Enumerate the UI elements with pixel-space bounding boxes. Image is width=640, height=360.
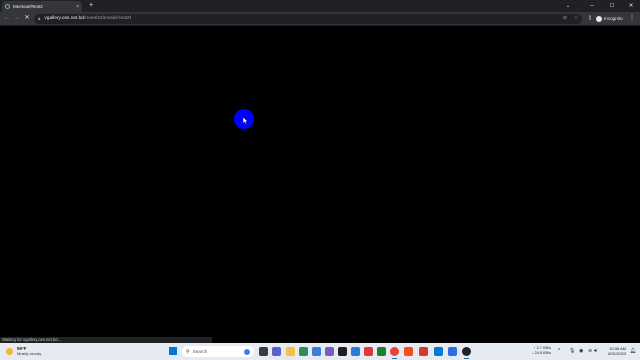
app-icon-5[interactable] bbox=[364, 347, 373, 356]
windows-start-icon[interactable] bbox=[169, 347, 177, 355]
minimize-button[interactable]: ─ bbox=[583, 0, 601, 12]
incognito-label: Incognito bbox=[604, 16, 623, 21]
app-icon-6[interactable] bbox=[377, 347, 386, 356]
volume-icon[interactable]: 🔊︎ bbox=[594, 347, 597, 356]
taskbar-search[interactable]: ⚲ Search bbox=[182, 346, 254, 357]
obs-icon[interactable] bbox=[462, 347, 471, 359]
tab-title: Meetout/#test2 bbox=[13, 4, 43, 9]
address-bar[interactable]: 🔒︎ vgallery.oss.net.bd /meet/22/invalid-… bbox=[34, 13, 582, 24]
forward-icon[interactable]: → bbox=[12, 13, 22, 24]
browser-toolbar: ← → ✕ 🔒︎ vgallery.oss.net.bd /meet/22/in… bbox=[0, 12, 640, 26]
network-speed: ↑ 2.7 KB/s ↓ 24.8 KB/s bbox=[531, 346, 551, 356]
chrome-icon[interactable] bbox=[390, 347, 399, 359]
new-tab-button[interactable]: + bbox=[87, 1, 95, 10]
chat-icon[interactable] bbox=[272, 347, 281, 356]
app-icon-9[interactable] bbox=[448, 347, 457, 356]
weather-widget[interactable]: 59°F Mostly cloudy bbox=[6, 346, 41, 356]
vscode-icon[interactable] bbox=[434, 347, 443, 356]
weather-icon bbox=[6, 347, 13, 355]
url-host: vgallery.oss.net.bd bbox=[44, 16, 85, 21]
task-view-icon[interactable] bbox=[259, 347, 268, 356]
wifi-icon[interactable]: ≋ bbox=[588, 347, 592, 356]
tray-chevron-icon[interactable]: ^ bbox=[558, 347, 560, 356]
browser-tab[interactable]: Meetout/#test2 × bbox=[2, 1, 82, 12]
app-icon-7[interactable] bbox=[404, 347, 413, 356]
tab-favicon-icon bbox=[5, 4, 10, 9]
terminal-icon[interactable] bbox=[338, 347, 347, 356]
camera-blocked-icon[interactable]: ⊘ bbox=[560, 14, 570, 23]
microphone-icon[interactable]: 🎙︎ bbox=[569, 347, 575, 356]
app-icon-3[interactable] bbox=[325, 347, 334, 356]
taskbar: 59°F Mostly cloudy ⚲ Search ↑ 2.7 KB/s ↓… bbox=[0, 343, 640, 360]
page-viewport[interactable] bbox=[0, 26, 640, 342]
search-icon: ⚲ bbox=[186, 348, 190, 355]
tab-search-button[interactable]: ⌄ bbox=[562, 0, 574, 12]
stop-icon[interactable]: ✕ bbox=[22, 13, 32, 24]
close-tab-icon[interactable]: × bbox=[76, 4, 79, 10]
maximize-button[interactable]: ☐ bbox=[603, 0, 621, 12]
weather-condition: Mostly cloudy bbox=[17, 351, 42, 356]
app-icon-4[interactable] bbox=[351, 347, 360, 356]
side-panel-icon[interactable]: ▯ bbox=[585, 14, 595, 23]
download-speed: ↓ 24.8 KB/s bbox=[531, 351, 551, 355]
app-icon-2[interactable] bbox=[312, 347, 321, 356]
mouse-pointer-icon bbox=[243, 117, 249, 125]
menu-icon[interactable]: ⋮ bbox=[628, 13, 636, 24]
incognito-icon bbox=[596, 15, 602, 22]
url-path: /meet/22/invalid-test2f bbox=[84, 16, 131, 21]
bing-icon bbox=[244, 348, 250, 355]
clock-date: 8/31/2023 bbox=[608, 351, 626, 356]
search-placeholder: Search bbox=[192, 349, 208, 354]
tab-strip: Meetout/#test2 × + ⌄ ─ ☐ ✕ bbox=[0, 0, 640, 12]
incognito-badge[interactable]: Incognito bbox=[596, 14, 623, 23]
file-explorer-icon[interactable] bbox=[286, 347, 295, 356]
bookmark-star-icon[interactable]: ☆ bbox=[571, 14, 581, 23]
back-icon[interactable]: ← bbox=[2, 13, 12, 24]
lock-icon[interactable]: 🔒︎ bbox=[38, 16, 40, 21]
app-icon-1[interactable] bbox=[299, 347, 308, 356]
system-clock[interactable]: 10:36 AM 8/31/2023 bbox=[600, 346, 626, 356]
close-window-button[interactable]: ✕ bbox=[622, 0, 640, 12]
app-tray-icon[interactable]: ◉ bbox=[579, 347, 583, 356]
app-icon-8[interactable] bbox=[419, 347, 428, 356]
notification-icon[interactable]: 🔔︎ bbox=[630, 347, 636, 356]
